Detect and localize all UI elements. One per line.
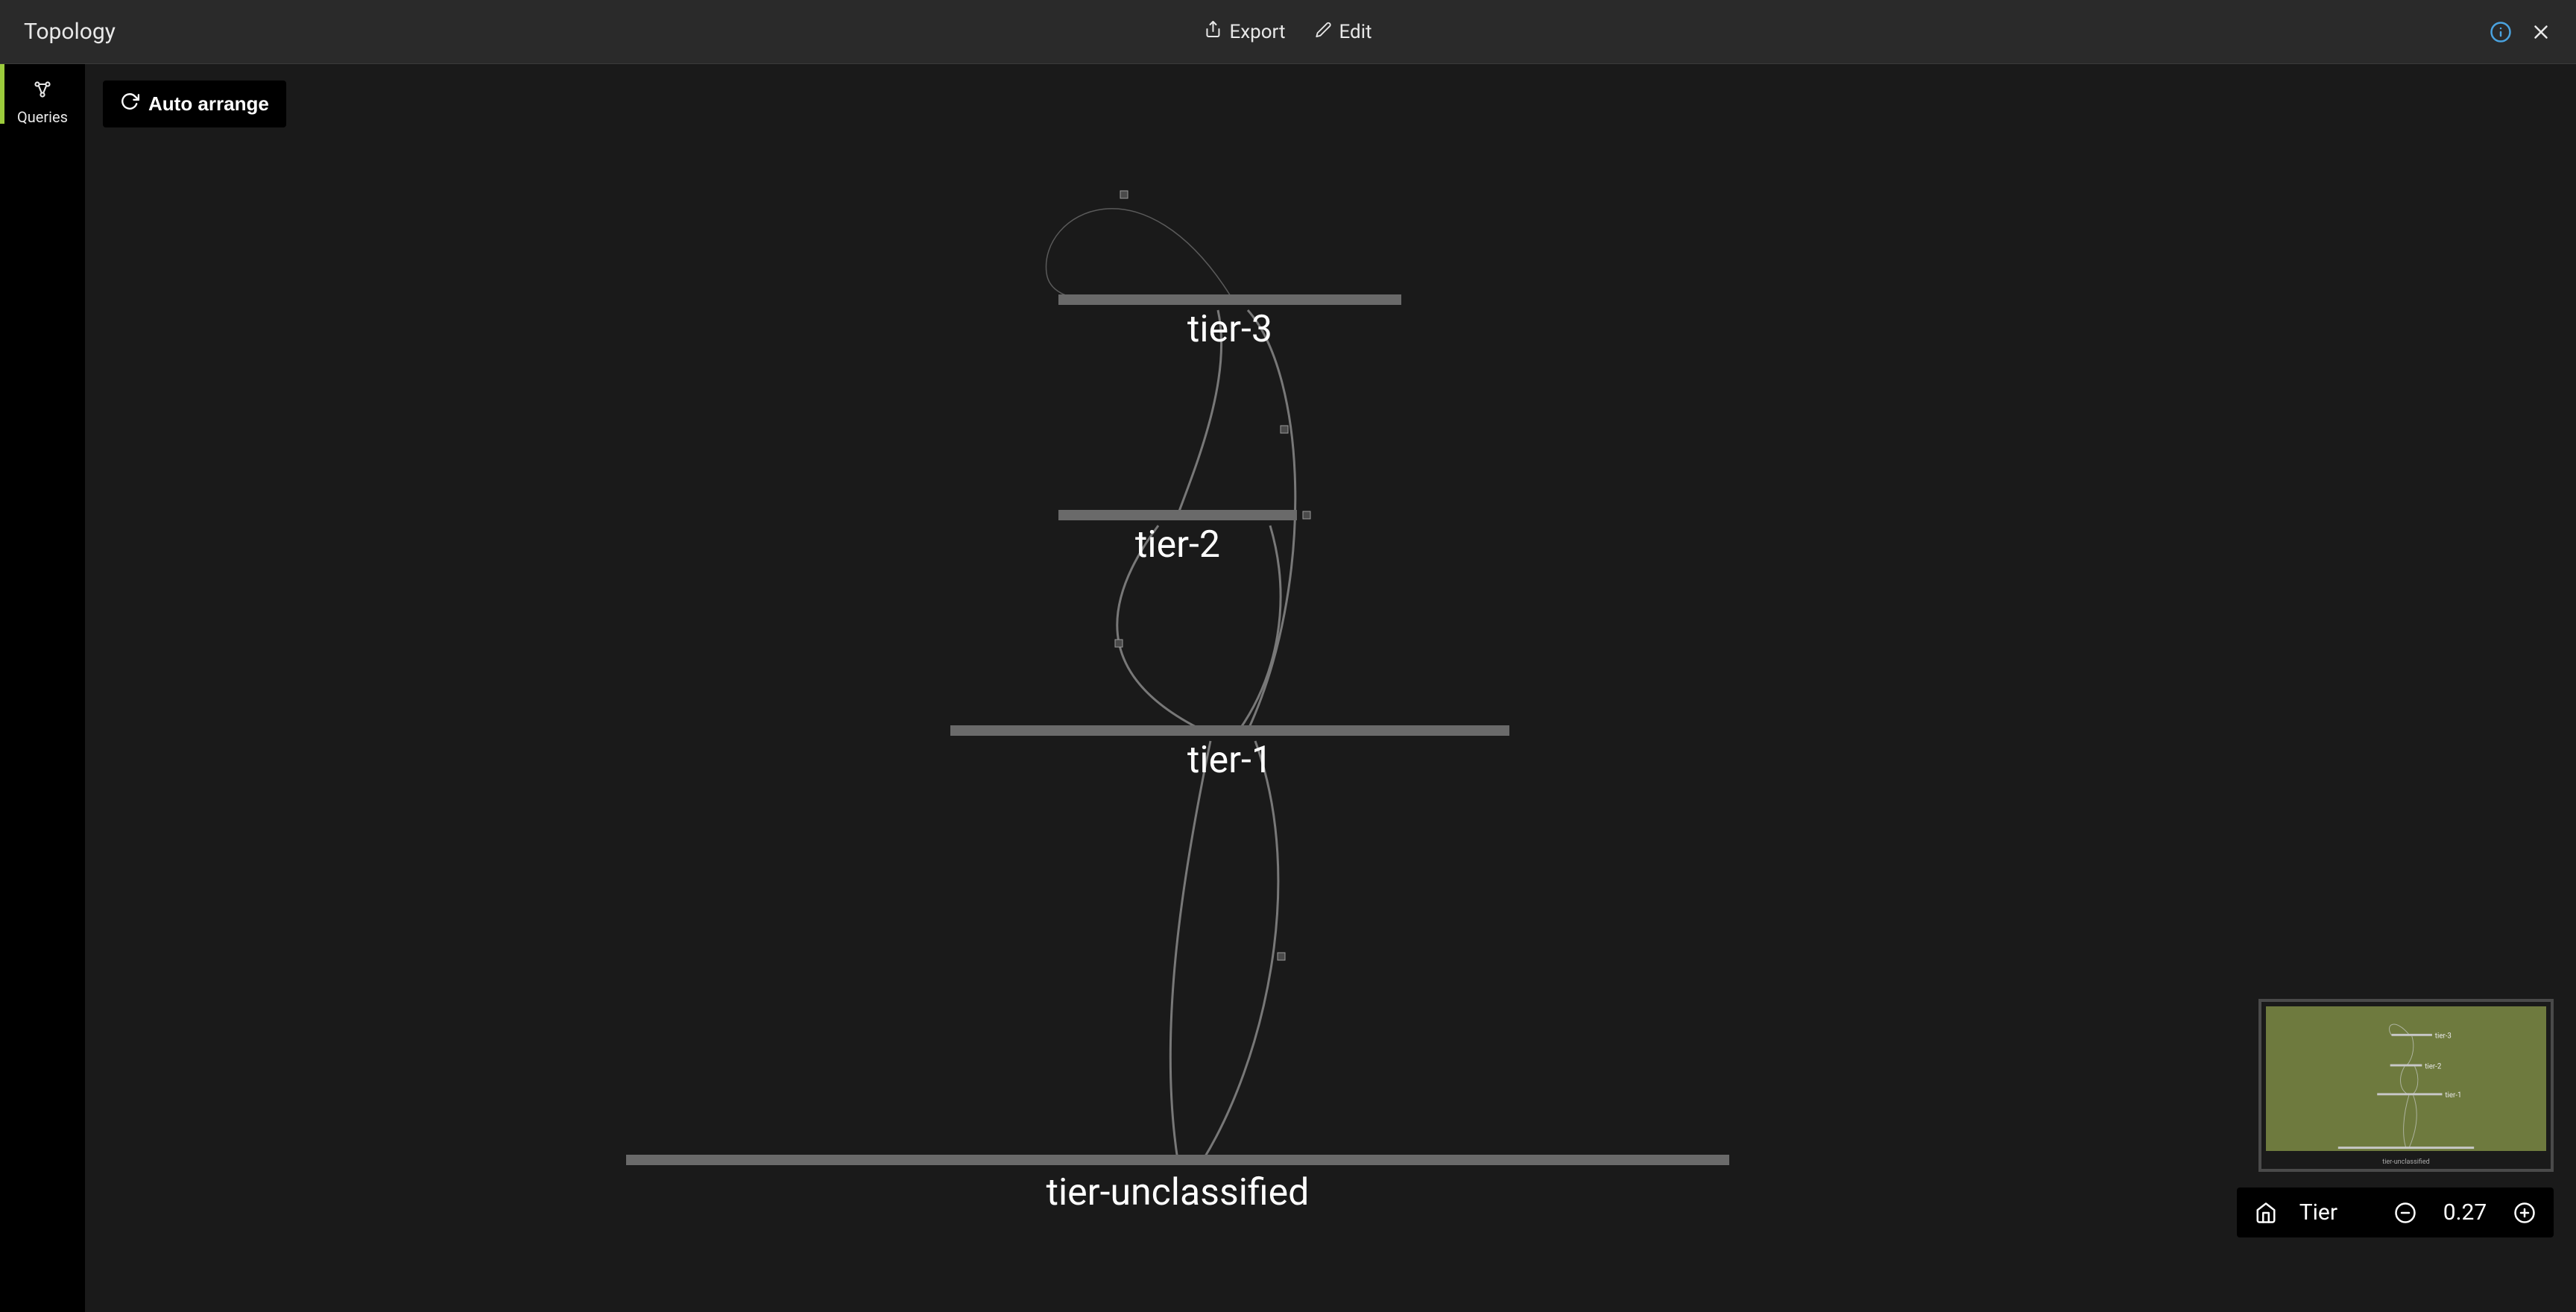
sidebar: Queries (0, 64, 85, 1312)
zoom-mode-label[interactable]: Tier (2299, 1199, 2337, 1226)
zoom-controls: Tier 0.27 (2237, 1188, 2554, 1237)
edge-port (1115, 640, 1123, 647)
svg-text:tier-3: tier-3 (2435, 1032, 2452, 1041)
edge-port (1303, 511, 1310, 519)
page-title: Topology (24, 19, 116, 45)
topology-svg: tier-3 tier-2 tier-1 tier-unclassified (85, 64, 2576, 1312)
sidebar-item-label: Queries (17, 108, 68, 126)
export-label: Export (1229, 21, 1285, 43)
edge-tier1-unclass-b (1203, 741, 1278, 1160)
node-label-tier-1: tier-1 (1187, 739, 1272, 782)
info-icon[interactable] (2490, 21, 2512, 43)
zoom-value: 0.27 (2439, 1199, 2491, 1226)
node-tier-unclassified[interactable] (626, 1155, 1729, 1165)
sidebar-item-queries[interactable]: Queries (17, 73, 68, 132)
node-label-tier-3: tier-3 (1187, 308, 1272, 351)
edge-port (1120, 191, 1128, 198)
minimap[interactable]: tier-3 tier-2 tier-1 tier-unclass (2258, 999, 2554, 1172)
edge-port (1278, 953, 1285, 960)
header: Topology Export Edit (0, 0, 2576, 64)
export-button[interactable]: Export (1204, 20, 1285, 43)
node-label-tier-2: tier-2 (1135, 523, 1220, 567)
svg-text:tier-2: tier-2 (2425, 1062, 2442, 1070)
node-tier-2[interactable] (1058, 510, 1297, 520)
node-label-tier-unclassified: tier-unclassified (1046, 1171, 1310, 1214)
edit-label: Edit (1339, 21, 1372, 43)
zoom-out-button[interactable] (2394, 1202, 2416, 1224)
svg-text:tier-1: tier-1 (2445, 1091, 2461, 1100)
app-root: Topology Export Edit (0, 0, 2576, 1312)
body: Queries Auto arrange (0, 64, 2576, 1312)
zoom-in-button[interactable] (2513, 1202, 2536, 1224)
close-icon[interactable] (2530, 21, 2552, 43)
header-right-actions (2490, 21, 2552, 43)
topology-canvas[interactable]: Auto arrange (85, 64, 2576, 1312)
pencil-icon (1316, 21, 1332, 43)
home-button[interactable] (2255, 1202, 2277, 1224)
queries-icon (32, 79, 53, 104)
edge-tier3-loop (1046, 209, 1233, 301)
edge-tier1-unclass-a (1170, 741, 1210, 1160)
export-icon (1204, 20, 1222, 43)
node-tier-3[interactable] (1058, 294, 1401, 305)
edit-button[interactable]: Edit (1316, 21, 1372, 43)
minimap-footer: tier-unclassified (2261, 1155, 2551, 1169)
node-tier-1[interactable] (950, 725, 1509, 736)
edge-port (1281, 426, 1288, 433)
header-center-actions: Export Edit (1204, 20, 1371, 43)
minimap-viewport[interactable]: tier-3 tier-2 tier-1 (2266, 1006, 2546, 1151)
